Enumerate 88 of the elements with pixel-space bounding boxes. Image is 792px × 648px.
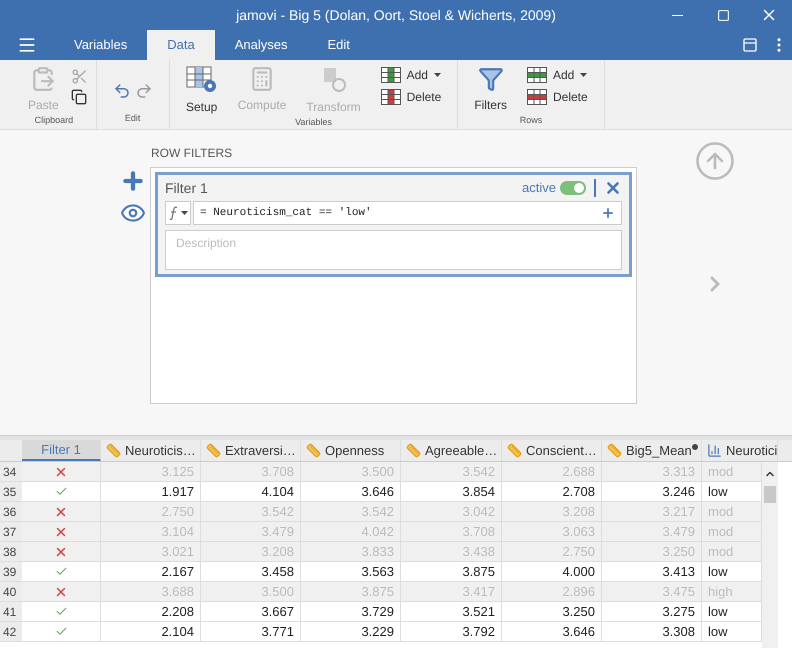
add-button[interactable]: Add [526, 66, 588, 84]
row-number: 37 [0, 522, 22, 541]
table-cell: 4.000 [502, 562, 602, 581]
caret-icon [434, 73, 441, 77]
tab[interactable]: Analyses [214, 30, 308, 60]
table-cell: 3.246 [602, 482, 702, 501]
group-label: Rows [520, 114, 542, 127]
setup-button[interactable]: Setup [178, 66, 226, 116]
tab[interactable]: Edit [307, 30, 370, 60]
table-cell: 3.229 [301, 622, 401, 641]
row-number: 35 [0, 482, 22, 501]
table-cell: 3.563 [301, 562, 401, 581]
filter-title: Filter 1 [165, 178, 209, 198]
add-row-icon [526, 67, 547, 83]
table-cell: 3.521 [401, 602, 502, 621]
group-label: Variables [295, 116, 332, 129]
column-header[interactable]: Agreeable… [401, 440, 502, 461]
row-number: 41 [0, 602, 22, 621]
row-number: 40 [0, 582, 22, 601]
function-button[interactable] [165, 201, 191, 225]
table-cell: 3.729 [301, 602, 401, 621]
add-button[interactable]: Add [380, 66, 442, 84]
table-cell: 3.875 [401, 562, 502, 581]
filters-button[interactable]: Filters [466, 66, 515, 114]
table-cell: 1.917 [101, 482, 201, 501]
section-heading: ROW FILTERS [150, 145, 234, 162]
column-header[interactable]: Conscient… [502, 440, 602, 461]
ruler-icon [406, 443, 421, 458]
description-field[interactable]: Description [165, 230, 622, 270]
close-icon[interactable] [604, 179, 622, 197]
table-cell: 2.208 [101, 602, 201, 621]
add-icon[interactable] [601, 206, 615, 220]
undo-icon[interactable] [112, 82, 131, 100]
minimize-icon [672, 14, 682, 16]
table-cell: 4.104 [201, 482, 301, 501]
table-cell: 3.458 [201, 562, 301, 581]
ruler-icon [607, 443, 622, 458]
delete-button[interactable]: Delete [380, 88, 442, 106]
column-header[interactable]: Neurotici [702, 440, 778, 461]
ruler-icon [206, 443, 221, 458]
table-cell: 3.275 [602, 602, 702, 621]
table-cell: 3.792 [401, 622, 502, 641]
bar-chart-icon [707, 443, 722, 458]
table-cell: 2.104 [101, 622, 201, 641]
table-cell: 3.646 [301, 482, 401, 501]
table-cell: 3.771 [201, 622, 301, 641]
column-header[interactable]: Openness [301, 440, 401, 461]
table-cell: 3.854 [401, 482, 502, 501]
formula-field[interactable]: = Neuroticism_cat == 'low' [193, 201, 622, 225]
table-cell: 2.167 [101, 562, 201, 581]
add-column-icon [380, 67, 401, 83]
maximize-icon [716, 8, 730, 22]
setup-icon [186, 66, 218, 94]
table-cell: 3.250 [502, 602, 602, 621]
table-cell: 2.708 [502, 482, 602, 501]
tab[interactable]: Variables [54, 30, 148, 60]
row-number: 38 [0, 542, 22, 561]
table-cell: 3.646 [502, 622, 602, 641]
active-switch[interactable] [560, 181, 586, 195]
row-number: 39 [0, 562, 22, 581]
row-number: 34 [0, 462, 22, 481]
group-label: Clipboard [34, 114, 74, 127]
row-number: 42 [0, 622, 22, 641]
caret-icon [580, 73, 588, 77]
window-title: jamovi - Big 5 (Dolan, Oort, Stoel & Wicherts, 2009) [236, 6, 556, 25]
copy-icon[interactable] [70, 89, 87, 105]
table-cell: 3.308 [602, 622, 702, 641]
scrollbar[interactable] [762, 462, 778, 648]
delete-column-icon [380, 89, 401, 105]
row-number: 36 [0, 502, 22, 521]
layout-icon[interactable] [742, 37, 758, 53]
ruler-icon [106, 443, 121, 458]
delete-row-icon [526, 89, 547, 105]
active-label: active [522, 179, 556, 198]
scrollbar-thumb[interactable] [764, 486, 776, 503]
group-label: Edit [124, 112, 140, 124]
funnel-icon [478, 66, 504, 92]
ruler-icon [306, 443, 321, 458]
tab[interactable]: Data [147, 30, 215, 60]
column-header[interactable]: Big5_Mean [602, 440, 702, 461]
delete-button[interactable]: Delete [526, 88, 588, 106]
column-header[interactable]: Extraversi… [201, 440, 301, 461]
column-header[interactable]: Neuroticis… [101, 440, 201, 461]
table-cell: 3.413 [602, 562, 702, 581]
caret-icon [180, 211, 188, 215]
table-cell: 3.667 [201, 602, 301, 621]
ruler-icon [507, 443, 522, 458]
function-icon [168, 206, 178, 220]
